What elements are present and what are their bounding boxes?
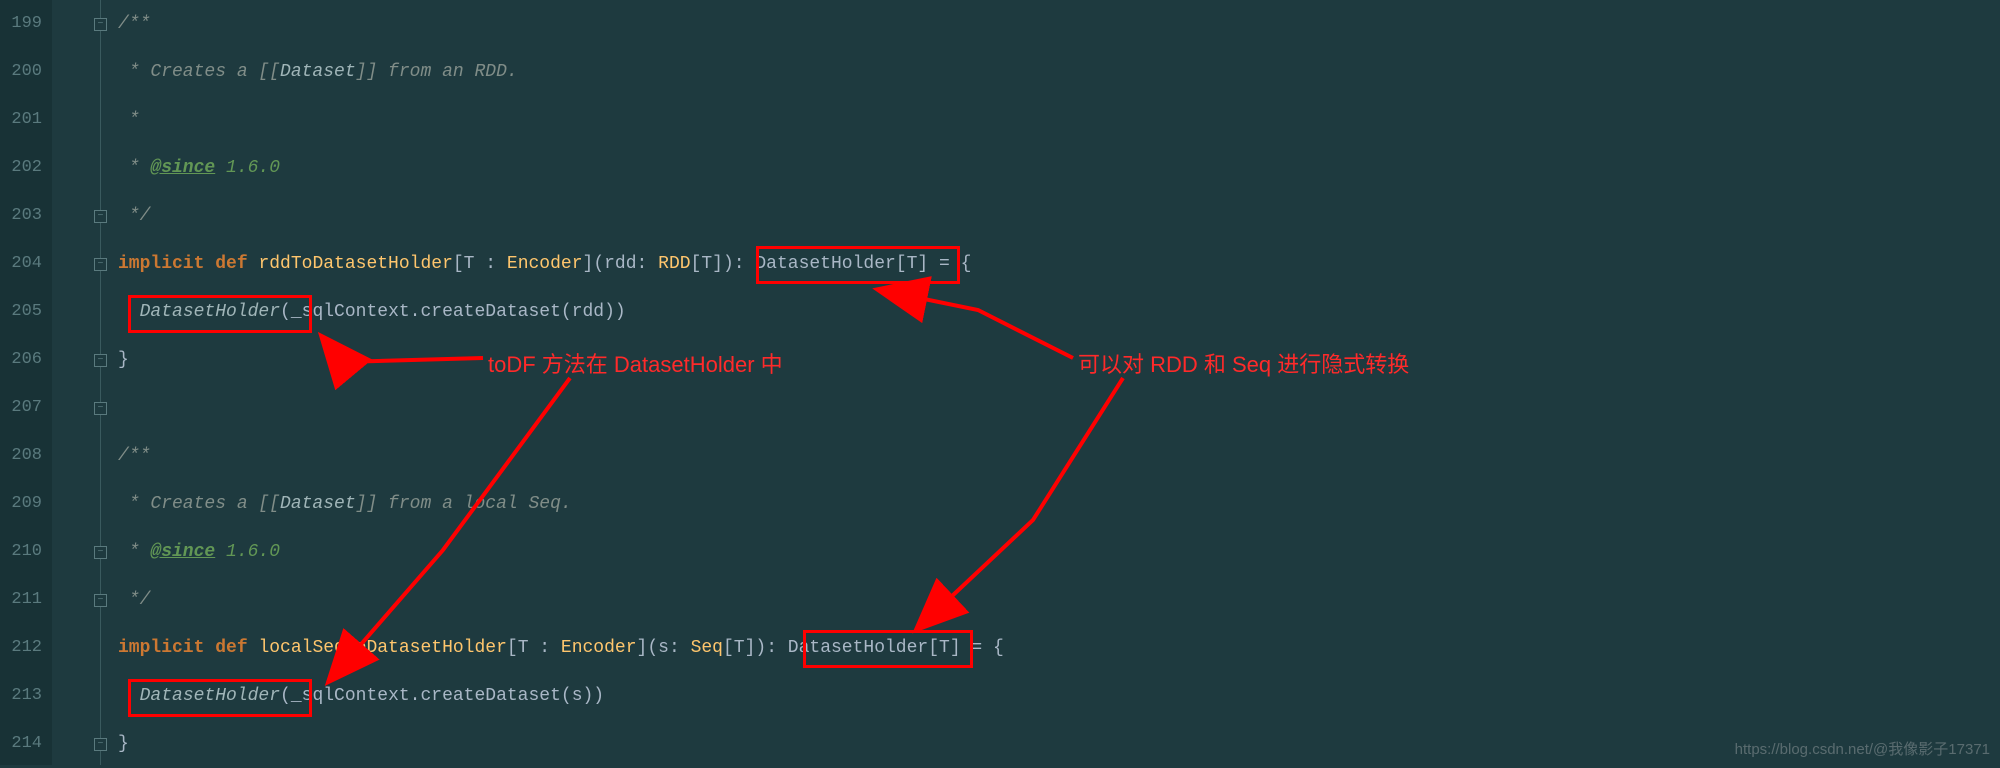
line-number: 205 [0, 288, 42, 336]
def-name: localSeqToDatasetHolder [258, 638, 506, 658]
type-name: RDD [658, 254, 690, 274]
keyword: def [215, 638, 258, 658]
doc-version: 1.6.0 [215, 542, 280, 562]
line-number-gutter: 199 200 201 202 203 204 205 206 207 208 … [0, 0, 52, 765]
code-text: [T : [453, 254, 507, 274]
line-number: 201 [0, 96, 42, 144]
annotation-text: 可以对 RDD 和 Seq 进行隐式转换 [1078, 347, 1409, 379]
code-text: : DatasetHolder[T] = { [766, 638, 1004, 658]
fold-toggle-icon[interactable]: − [94, 354, 107, 367]
type-name: Seq [691, 638, 723, 658]
code-text: [T]) [723, 638, 766, 658]
line-number: 199 [0, 0, 42, 48]
doc-comment: ]] from an RDD. [356, 62, 518, 82]
doc-type: Dataset [280, 494, 356, 514]
doc-comment: * Creates a [[ [118, 62, 280, 82]
code-area[interactable]: /** * Creates a [[Dataset]] from an RDD.… [108, 0, 2000, 765]
fold-toggle-icon[interactable]: − [94, 210, 107, 223]
class-name: DatasetHolder [140, 686, 280, 706]
code-text: [T]) [691, 254, 734, 274]
line-number: 200 [0, 48, 42, 96]
annotation-text: toDF 方法在 DatasetHolder 中 [488, 347, 783, 379]
code-text: (_sqlContext.createDataset(s)) [280, 686, 604, 706]
watermark: https://blog.csdn.net/@我像影子17371 [1735, 738, 1990, 759]
keyword: def [215, 254, 258, 274]
doc-comment: ]] from a local Seq. [356, 494, 572, 514]
line-number: 202 [0, 144, 42, 192]
doc-type: Dataset [280, 62, 356, 82]
fold-toggle-icon[interactable]: − [94, 258, 107, 271]
doc-comment: */ [118, 206, 150, 226]
doc-comment: */ [118, 590, 150, 610]
line-number: 214 [0, 720, 42, 768]
doc-version: 1.6.0 [215, 158, 280, 178]
line-number: 209 [0, 480, 42, 528]
class-name: DatasetHolder [140, 302, 280, 322]
doc-comment: * Creates a [[ [118, 494, 280, 514]
doc-comment: * [118, 158, 150, 178]
line-number: 208 [0, 432, 42, 480]
code-text: [T : [507, 638, 561, 658]
doc-tag: @since [150, 542, 215, 562]
doc-comment: * [118, 542, 150, 562]
type-name: Encoder [507, 254, 583, 274]
fold-toggle-icon[interactable]: − [94, 18, 107, 31]
line-number: 212 [0, 624, 42, 672]
line-number: 206 [0, 336, 42, 384]
def-name: rddToDatasetHolder [258, 254, 452, 274]
code-editor: 199 200 201 202 203 204 205 206 207 208 … [0, 0, 2000, 765]
fold-toggle-icon[interactable]: − [94, 402, 107, 415]
code-text: } [118, 350, 129, 370]
line-number: 213 [0, 672, 42, 720]
param-list: (s: [647, 638, 690, 658]
fold-toggle-icon[interactable]: − [94, 594, 107, 607]
doc-comment: /** [118, 14, 150, 34]
code-text: ] [583, 254, 594, 274]
keyword: implicit [118, 254, 215, 274]
doc-comment: * [118, 110, 140, 130]
line-number: 210 [0, 528, 42, 576]
doc-comment: /** [118, 446, 150, 466]
line-number: 204 [0, 240, 42, 288]
line-number: 203 [0, 192, 42, 240]
fold-ribbon: − − − − − − − − [52, 0, 108, 765]
code-text: : DatasetHolder[T] = { [734, 254, 972, 274]
fold-toggle-icon[interactable]: − [94, 546, 107, 559]
doc-tag: @since [150, 158, 215, 178]
param-list: (rdd: [593, 254, 658, 274]
type-name: Encoder [561, 638, 637, 658]
line-number: 211 [0, 576, 42, 624]
code-text: ] [637, 638, 648, 658]
keyword: implicit [118, 638, 215, 658]
code-text: (_sqlContext.createDataset(rdd)) [280, 302, 626, 322]
code-text: } [118, 734, 129, 754]
line-number: 207 [0, 384, 42, 432]
fold-toggle-icon[interactable]: − [94, 738, 107, 751]
